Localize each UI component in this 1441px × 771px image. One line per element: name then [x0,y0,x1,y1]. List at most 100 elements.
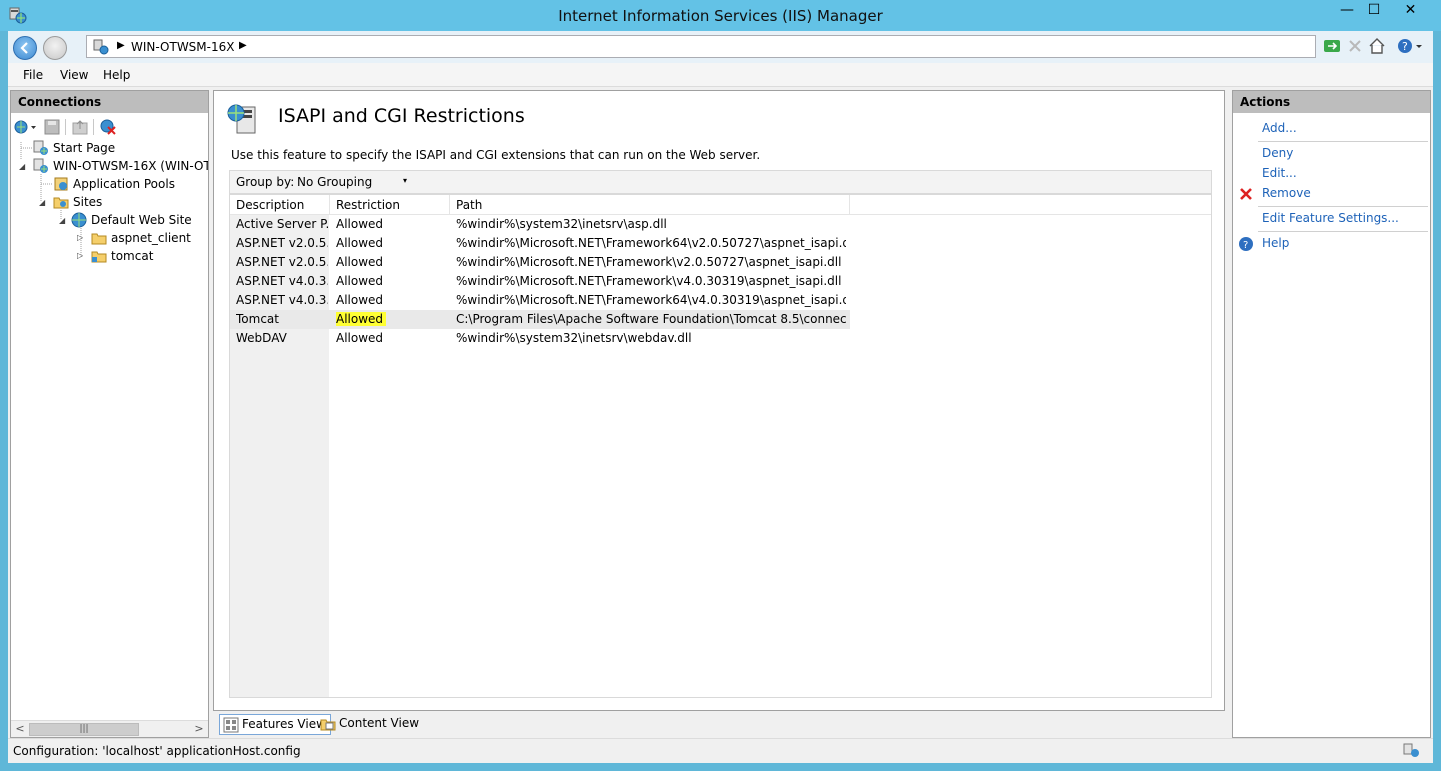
expand-icon[interactable]: ▷ [77,251,83,260]
column-header-restriction[interactable]: Restriction [330,195,450,215]
close-button[interactable]: ✕ [1388,0,1433,22]
tree-label: aspnet_client [111,231,191,245]
application-pools-icon [54,177,68,191]
deny-action[interactable]: Deny [1262,146,1293,160]
table-row[interactable]: ASP.NET v2.0.5... Allowed %windir%\Micro… [230,234,850,253]
column-header-path[interactable]: Path [450,195,850,215]
start-page-icon [33,140,48,155]
maximize-button[interactable]: ☐ [1361,0,1387,22]
action-separator [1258,231,1428,232]
cell-path: %windir%\Microsoft.NET\Framework\v2.0.50… [456,255,842,269]
server-icon [93,39,109,55]
list-header: Description Restriction Path [230,195,1211,215]
toolbar-separator [65,119,66,135]
help-dropdown-icon[interactable]: ? [1397,37,1423,55]
connect-globe-icon[interactable] [13,118,37,136]
connections-toolbar [11,115,208,139]
folder-icon [91,233,107,245]
cell-description: Tomcat [236,312,279,326]
feature-panel: ISAPI and CGI Restrictions Use this feat… [213,90,1225,711]
address-bar[interactable]: ▶ WIN-OTWSM-16X ▶ [86,35,1316,58]
isapi-cgi-feature-icon [227,104,256,134]
cell-description: Active Server P... [236,217,328,231]
table-row[interactable]: WebDAV Allowed %windir%\system32\inetsrv… [230,329,850,348]
cell-path: %windir%\Microsoft.NET\Framework64\v2.0.… [456,236,846,250]
forward-button[interactable] [43,36,67,60]
action-separator [1258,206,1428,207]
cell-restriction: Allowed [336,331,384,345]
breadcrumb-separator[interactable]: ▶ [239,40,247,51]
refresh-icon[interactable] [1323,37,1341,55]
back-button[interactable] [13,36,37,60]
cell-description: WebDAV [236,331,287,345]
table-row[interactable]: ASP.NET v4.0.3... Allowed %windir%\Micro… [230,291,850,310]
tab-features-view[interactable]: Features View [219,714,331,735]
cell-description: ASP.NET v2.0.5... [236,236,328,250]
disconnect-icon[interactable] [99,118,117,136]
cell-description: ASP.NET v4.0.3... [236,293,328,307]
expand-icon[interactable]: ▷ [77,233,83,242]
scroll-thumb[interactable]: ||| [29,723,139,736]
cell-path: %windir%\Microsoft.NET\Framework\v4.0.30… [456,274,842,288]
stop-icon[interactable] [1346,37,1364,55]
add-action[interactable]: Add... [1262,121,1297,135]
remove-action[interactable]: Remove [1262,186,1311,200]
edit-action[interactable]: Edit... [1262,166,1297,180]
window-title: Internet Information Services (IIS) Mana… [558,7,883,25]
table-row[interactable]: ASP.NET v2.0.5... Allowed %windir%\Micro… [230,253,850,272]
table-row[interactable]: Active Server P... Allowed %windir%\syst… [230,215,850,234]
home-icon[interactable] [1368,37,1386,55]
group-by-bar: Group by: No Grouping ▾ [229,170,1212,194]
tree-label: Application Pools [73,177,175,191]
connections-tree: Start Page ◢ WIN-OTWSM-16X (WIN-OTWSM-16… [11,140,208,714]
back-arrow-icon [20,42,28,54]
group-by-dropdown[interactable]: No Grouping ▾ [293,173,411,192]
status-bar: Configuration: 'localhost' applicationHo… [8,738,1433,763]
menu-help[interactable]: Help [103,68,130,82]
cell-restriction: Allowed [336,255,384,269]
edit-feature-settings-action[interactable]: Edit Feature Settings... [1262,211,1399,225]
collapse-icon[interactable]: ◢ [59,216,65,225]
minimize-button[interactable]: — [1334,0,1360,22]
tree-label: Sites [73,195,103,209]
connections-panel: Connections Start Page ◢ WIN-OTWSM-16X (… [10,90,209,738]
menu-view[interactable]: View [60,68,88,82]
breadcrumb-separator[interactable]: ▶ [117,40,125,51]
scroll-right-arrow[interactable]: > [191,722,207,737]
main-window: ▶ WIN-OTWSM-16X ▶ ? File View Help Conne… [8,31,1433,763]
cell-restriction: Allowed [336,312,448,326]
collapse-icon[interactable]: ◢ [19,162,25,171]
server-icon [33,158,48,173]
cell-path: C:\Program Files\Apache Software Foundat… [456,312,846,326]
feature-title: ISAPI and CGI Restrictions [278,105,525,127]
status-text: Configuration: 'localhost' applicationHo… [13,744,301,758]
cell-description: ASP.NET v4.0.3... [236,274,328,288]
connections-horizontal-scrollbar[interactable]: < ||| > [11,720,208,737]
sites-folder-icon [53,197,69,209]
actions-panel: Actions Add... Deny Edit... Remove Edit … [1232,90,1431,738]
tab-content-view[interactable]: Content View [317,714,423,735]
address-row: ▶ WIN-OTWSM-16X ▶ ? [8,31,1433,63]
table-row-selected[interactable]: Tomcat Allowed C:\Program Files\Apache S… [230,310,850,329]
remove-icon[interactable] [1238,186,1254,202]
table-row[interactable]: ASP.NET v4.0.3... Allowed %windir%\Micro… [230,272,850,291]
actions-header: Actions [1233,91,1430,113]
chevron-down-icon: ▾ [402,176,407,185]
help-action[interactable]: Help [1262,236,1289,250]
save-icon[interactable] [43,118,61,136]
tree-label: Start Page [53,141,116,155]
breadcrumb-server[interactable]: WIN-OTWSM-16X [131,40,234,54]
cell-restriction: Allowed [336,274,384,288]
column-header-description[interactable]: Description [230,195,330,215]
content-view-icon [320,719,336,731]
up-level-icon[interactable] [71,118,89,136]
website-globe-icon [71,212,87,228]
collapse-icon[interactable]: ◢ [39,198,45,207]
menu-file[interactable]: File [23,68,43,82]
menu-bar: File View Help [8,63,1433,87]
cell-description: ASP.NET v2.0.5... [236,255,328,269]
cell-restriction: Allowed [336,293,384,307]
help-icon[interactable]: ? [1238,236,1254,252]
restrictions-list: Description Restriction Path Active Serv… [229,194,1212,698]
scroll-left-arrow[interactable]: < [12,722,28,737]
